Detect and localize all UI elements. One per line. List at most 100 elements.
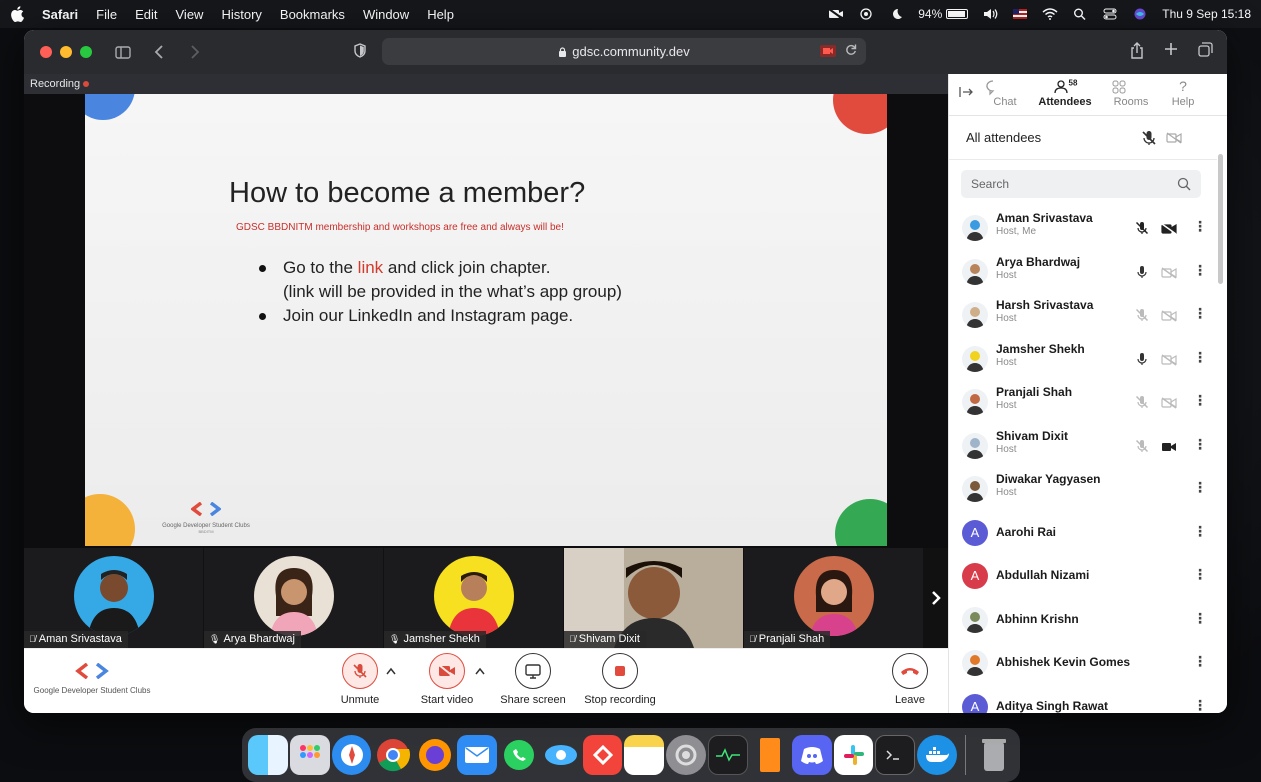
- privacy-shield-icon[interactable]: [354, 43, 366, 58]
- stop-all-video-icon[interactable]: [1166, 132, 1182, 144]
- attendee-row[interactable]: A Abdullah Nizami ⋮: [949, 554, 1217, 598]
- chrome-icon[interactable]: [373, 735, 413, 775]
- do-not-disturb-icon[interactable]: [888, 8, 904, 20]
- tab-help[interactable]: ? Help: [1163, 78, 1203, 108]
- attendee-row[interactable]: Shivam Dixit Host ⋮: [949, 424, 1217, 468]
- more-options-icon[interactable]: ⋮: [1193, 697, 1207, 714]
- participant-tile[interactable]: 🎙̸ Shivam Dixit: [564, 548, 743, 648]
- whatsapp-icon[interactable]: [499, 735, 539, 775]
- share-screen-button[interactable]: [515, 653, 551, 689]
- mic-icon[interactable]: [1135, 265, 1149, 279]
- tab-chat[interactable]: Chat: [985, 78, 1025, 108]
- stop-recording-button[interactable]: [602, 653, 638, 689]
- more-options-icon[interactable]: ⋮: [1193, 523, 1207, 540]
- reload-icon[interactable]: [845, 43, 857, 56]
- stop-recording-control[interactable]: Stop recording: [582, 653, 658, 706]
- attendee-row[interactable]: Arya Bhardwaj Host ⋮: [949, 250, 1217, 294]
- trash-icon[interactable]: [974, 735, 1014, 775]
- more-options-icon[interactable]: ⋮: [1193, 262, 1207, 279]
- more-options-icon[interactable]: ⋮: [1193, 218, 1207, 235]
- share-screen-control[interactable]: Share screen: [500, 653, 566, 706]
- tab-attendees[interactable]: 58 Attendees: [1037, 78, 1093, 108]
- forward-chevron-icon[interactable]: [186, 45, 204, 59]
- terminal-icon[interactable]: [875, 735, 916, 775]
- close-window-button[interactable]: [40, 46, 52, 58]
- unmute-control[interactable]: Unmute: [340, 653, 380, 706]
- firefox-icon[interactable]: [415, 735, 455, 775]
- participant-tile[interactable]: 🎙̸ Pranjali Shah: [744, 548, 923, 648]
- share-icon[interactable]: [1130, 42, 1144, 59]
- more-options-icon[interactable]: ⋮: [1193, 479, 1207, 496]
- menu-help[interactable]: Help: [427, 7, 454, 22]
- docker-icon[interactable]: [917, 735, 958, 775]
- finder-icon[interactable]: [248, 735, 288, 775]
- preview-icon[interactable]: [541, 735, 581, 775]
- attendee-search-input[interactable]: Search: [961, 170, 1201, 198]
- apple-icon[interactable]: [10, 6, 24, 22]
- muted-mic-icon[interactable]: [1135, 439, 1149, 453]
- anydesk-icon[interactable]: [582, 735, 623, 775]
- attendee-row[interactable]: Abhinn Krishn ⋮: [949, 598, 1217, 642]
- next-participants-chevron-icon[interactable]: [924, 548, 948, 648]
- back-chevron-icon[interactable]: [150, 45, 168, 59]
- leave-control[interactable]: Leave: [890, 653, 930, 706]
- sidebar-toggle-icon[interactable]: [114, 45, 132, 59]
- address-bar[interactable]: gdsc.community.dev: [382, 38, 866, 65]
- start-video-button[interactable]: [429, 653, 465, 689]
- muted-mic-icon[interactable]: [1135, 308, 1149, 322]
- discord-icon[interactable]: [791, 735, 832, 775]
- camera-off-icon[interactable]: [1161, 222, 1177, 235]
- menu-app-name[interactable]: Safari: [42, 7, 78, 22]
- attendee-row[interactable]: Aman Srivastava Host, Me ⋮: [949, 206, 1217, 250]
- notes-icon[interactable]: [624, 735, 665, 775]
- activity-monitor-icon[interactable]: [708, 735, 748, 775]
- safari-icon[interactable]: [331, 735, 372, 775]
- system-preferences-icon[interactable]: [666, 735, 707, 775]
- menubar-datetime[interactable]: Thu 9 Sep 15:18: [1162, 7, 1251, 21]
- tab-overview-icon[interactable]: [1198, 42, 1213, 57]
- camera-icon[interactable]: [1161, 440, 1177, 452]
- menu-edit[interactable]: Edit: [135, 7, 157, 22]
- camera-off-icon[interactable]: [1161, 266, 1177, 279]
- camera-off-icon[interactable]: [1161, 396, 1177, 409]
- tab-rooms[interactable]: Rooms: [1111, 78, 1151, 108]
- siri-icon[interactable]: [1132, 8, 1148, 20]
- audio-options-chevron-up-icon[interactable]: [386, 667, 396, 675]
- participant-tile[interactable]: 🎙 Jamsher Shekh: [384, 548, 563, 648]
- attendee-row[interactable]: A Aarohi Rai ⋮: [949, 511, 1217, 555]
- launchpad-icon[interactable]: [289, 735, 330, 775]
- leave-button[interactable]: [892, 653, 928, 689]
- control-center-icon[interactable]: [1102, 8, 1118, 20]
- maximize-window-button[interactable]: [80, 46, 92, 58]
- attendee-row[interactable]: Abhishek Kevin Gomes ⋮: [949, 641, 1217, 685]
- battery-indicator[interactable]: 94%: [918, 7, 969, 21]
- more-options-icon[interactable]: ⋮: [1193, 566, 1207, 583]
- participant-tile[interactable]: 🎙̸ Aman Srivastava: [24, 548, 203, 648]
- muted-mic-icon[interactable]: [1135, 395, 1149, 409]
- menu-view[interactable]: View: [176, 7, 204, 22]
- new-tab-plus-icon[interactable]: [1164, 42, 1178, 56]
- participant-tile[interactable]: 🎙 Arya Bhardwaj: [204, 548, 383, 648]
- flag-input-icon[interactable]: [1012, 8, 1028, 20]
- camera-off-icon[interactable]: [1161, 309, 1177, 322]
- mail-icon[interactable]: [457, 735, 497, 775]
- mic-icon[interactable]: [1135, 352, 1149, 366]
- attendee-row[interactable]: Jamsher Shekh Host ⋮: [949, 337, 1217, 381]
- menu-bookmarks[interactable]: Bookmarks: [280, 7, 345, 22]
- muted-mic-icon[interactable]: [1135, 221, 1149, 235]
- video-options-chevron-up-icon[interactable]: [475, 667, 485, 675]
- more-options-icon[interactable]: ⋮: [1193, 436, 1207, 453]
- spotlight-search-icon[interactable]: [1072, 8, 1088, 20]
- menu-history[interactable]: History: [221, 7, 261, 22]
- panel-scrollbar[interactable]: [1218, 154, 1223, 284]
- more-options-icon[interactable]: ⋮: [1193, 392, 1207, 409]
- screen-record-icon[interactable]: [858, 8, 874, 20]
- unmute-button[interactable]: [342, 653, 378, 689]
- start-video-control[interactable]: Start video: [419, 653, 475, 706]
- minimize-window-button[interactable]: [60, 46, 72, 58]
- books-icon[interactable]: [750, 735, 790, 775]
- more-options-icon[interactable]: ⋮: [1193, 305, 1207, 322]
- attendee-row[interactable]: Harsh Srivastava Host ⋮: [949, 293, 1217, 337]
- wifi-icon[interactable]: [1042, 8, 1058, 20]
- attendee-row[interactable]: Pranjali Shah Host ⋮: [949, 380, 1217, 424]
